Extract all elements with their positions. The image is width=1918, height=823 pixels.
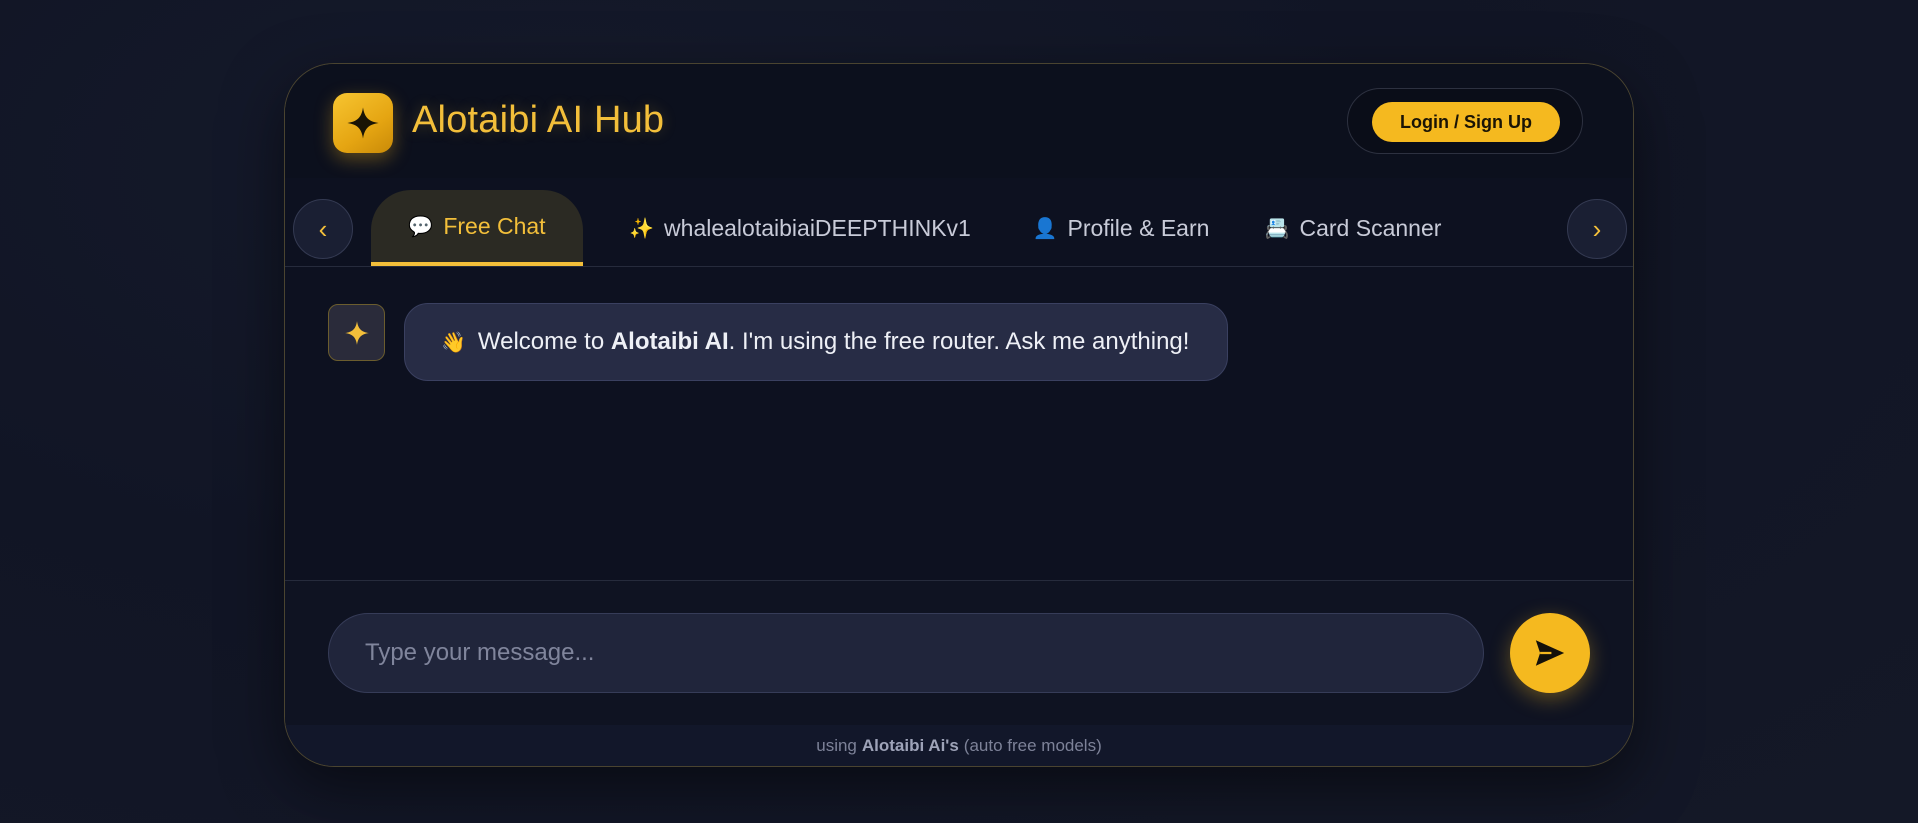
- tab-label: Free Chat: [443, 212, 546, 239]
- app-title: Alotaibi AI Hub: [412, 99, 665, 141]
- send-icon: [1535, 640, 1565, 666]
- card-index-icon: 📇: [1264, 217, 1290, 240]
- message-text-prefix: Welcome to: [477, 328, 611, 355]
- sparkle-icon: [344, 320, 369, 345]
- footer-prefix: using: [816, 735, 857, 755]
- sparkles-icon: ✨: [629, 217, 655, 240]
- message-text-bold: Alotaibi AI: [610, 328, 729, 355]
- tab-label: Profile & Earn: [1067, 214, 1210, 241]
- chevron-left-icon: ‹: [318, 213, 328, 244]
- waving-hand-icon: 👋: [441, 331, 466, 354]
- footer-suffix: (auto free models): [963, 735, 1102, 755]
- chat-area: 👋 Welcome to Alotaibi AI . I'm using the…: [285, 266, 1633, 580]
- user-icon: 👤: [1032, 217, 1058, 240]
- composer: [285, 580, 1633, 726]
- header: Alotaibi AI Hub Login / Sign Up: [285, 64, 1633, 179]
- bot-avatar: [328, 304, 385, 361]
- sparkle-icon: [347, 107, 379, 139]
- tab-label: whalealotaibiaiDEEPTHINKv1: [664, 214, 971, 241]
- tab-deepthink[interactable]: ✨ whalealotaibiaiDEEPTHINKv1: [615, 190, 985, 266]
- app-logo: [333, 93, 393, 153]
- footer: using Alotaibi Ai's (auto free models): [285, 725, 1633, 766]
- chevron-right-icon: ›: [1592, 213, 1602, 244]
- message-input[interactable]: [328, 613, 1484, 693]
- app-window: Alotaibi AI Hub Login / Sign Up ‹ 💬 Free…: [284, 63, 1634, 767]
- tab-card-scanner[interactable]: 📇 Card Scanner: [1253, 190, 1453, 266]
- speech-bubble-icon: 💬: [408, 215, 434, 238]
- tab-label: Card Scanner: [1299, 214, 1442, 241]
- login-signup-button[interactable]: Login / Sign Up: [1372, 102, 1560, 142]
- tab-profile-earn[interactable]: 👤 Profile & Earn: [1021, 190, 1221, 266]
- bot-message-bubble: 👋 Welcome to Alotaibi AI . I'm using the…: [404, 303, 1228, 381]
- send-button[interactable]: [1510, 613, 1590, 693]
- tab-bar: ‹ 💬 Free Chat ✨ whalealotaibiaiDEEPTHINK…: [285, 178, 1633, 267]
- auth-container: Login / Sign Up: [1347, 88, 1583, 154]
- footer-brand: Alotaibi Ai's: [861, 735, 959, 755]
- message-text-suffix: . I'm using the free router. Ask me anyt…: [728, 328, 1190, 355]
- tabs-prev-button[interactable]: ‹: [293, 199, 353, 259]
- tab-free-chat[interactable]: 💬 Free Chat: [371, 190, 583, 266]
- tabs-next-button[interactable]: ›: [1567, 199, 1627, 259]
